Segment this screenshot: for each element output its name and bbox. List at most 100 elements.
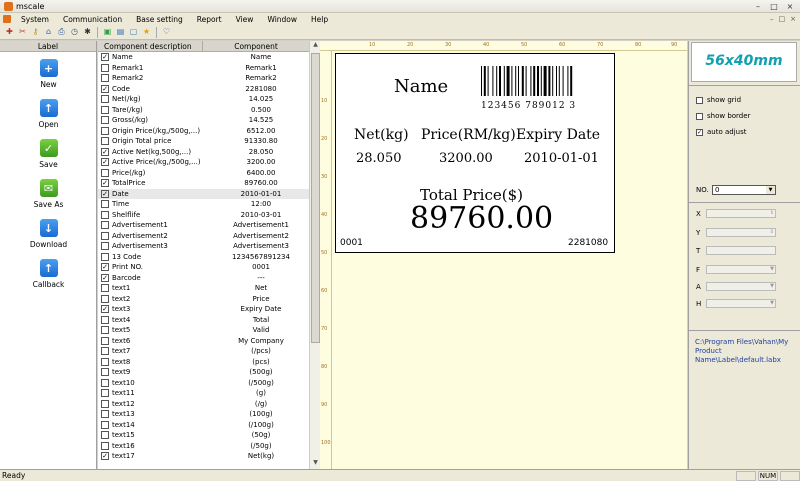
label-name-field[interactable]: Name <box>394 76 448 97</box>
row-checkbox[interactable] <box>101 326 109 335</box>
barcode[interactable] <box>479 66 603 96</box>
table-row[interactable]: ✓ text17 Net(kg) <box>98 451 319 462</box>
expiry-header[interactable]: Expiry Date <box>516 127 600 143</box>
table-row[interactable]: text2 Price <box>98 294 319 305</box>
table-row[interactable]: ✓ Active Net(kg,500g,...) 28.050 <box>98 147 319 158</box>
table-row[interactable]: Advertisement2 Advertisement2 <box>98 231 319 242</box>
row-checkbox[interactable]: ✓ <box>101 53 109 62</box>
menu-help[interactable]: Help <box>304 15 335 24</box>
row-checkbox[interactable] <box>101 420 109 429</box>
row-checkbox[interactable]: ✓ <box>101 189 109 198</box>
chevron-down-icon[interactable]: ▼ <box>766 186 775 194</box>
table-row[interactable]: text12 (/g) <box>98 399 319 410</box>
row-checkbox[interactable] <box>101 231 109 240</box>
f-select[interactable]: ▼ <box>706 265 776 274</box>
table-row[interactable]: Gross(/kg) 14.525 <box>98 115 319 126</box>
row-checkbox[interactable] <box>101 126 109 135</box>
new-button[interactable]: + New <box>0 59 97 89</box>
table-row[interactable]: text16 (/50g) <box>98 441 319 452</box>
new-icon[interactable]: ✚ <box>4 27 15 38</box>
table-row[interactable]: ✓ Date 2010-01-01 <box>98 188 319 199</box>
row-checkbox[interactable] <box>101 95 109 104</box>
table-row[interactable]: ✓ TotalPrice 89760.00 <box>98 178 319 189</box>
x-input[interactable]: ⇕ <box>706 209 776 218</box>
list-icon[interactable]: ▤ <box>115 27 126 38</box>
table-row[interactable]: Time 12:00 <box>98 199 319 210</box>
table-row[interactable]: text1 Net <box>98 283 319 294</box>
row-checkbox[interactable] <box>101 284 109 293</box>
table-row[interactable]: text6 My Company <box>98 336 319 347</box>
mdi-close-button[interactable]: × <box>790 15 796 23</box>
table-row[interactable]: text10 (/500g) <box>98 378 319 389</box>
chevron-down-icon[interactable]: ▼ <box>770 266 774 272</box>
table-row[interactable]: ✓ text3 Expiry Date <box>98 304 319 315</box>
table-row[interactable]: ✓ Name Name <box>98 52 319 63</box>
save-as-button[interactable]: ✉ Save As <box>0 179 97 209</box>
menu-window[interactable]: Window <box>260 15 304 24</box>
row-checkbox[interactable]: ✓ <box>101 84 109 93</box>
print-number[interactable]: 0001 <box>340 238 363 248</box>
save-button[interactable]: ✓ Save <box>0 139 97 169</box>
table-row[interactable]: ✓ Print NO. 0001 <box>98 262 319 273</box>
table-row[interactable]: Origin Total price 91330.80 <box>98 136 319 147</box>
table-row[interactable]: text8 (pcs) <box>98 357 319 368</box>
table-row[interactable]: text13 (100g) <box>98 409 319 420</box>
mdi-restore-button[interactable]: □ <box>779 15 786 23</box>
download-button[interactable]: ↓ Download <box>0 219 97 249</box>
close-button[interactable]: × <box>784 2 796 11</box>
scrollbar-thumb[interactable] <box>311 53 320 343</box>
row-checkbox[interactable] <box>101 221 109 230</box>
table-row[interactable]: Origin Price(/kg,/500g,...) 6512.00 <box>98 126 319 137</box>
table-row[interactable]: ✓ Code 2281080 <box>98 84 319 95</box>
row-checkbox[interactable] <box>101 252 109 261</box>
checkbox-box[interactable] <box>696 112 703 120</box>
table-row[interactable]: Remark2 Remark2 <box>98 73 319 84</box>
net-header[interactable]: Net(kg) <box>354 127 409 143</box>
menu-report[interactable]: Report <box>190 15 229 24</box>
table-row[interactable]: Remark1 Remark1 <box>98 63 319 74</box>
show-grid-checkbox[interactable]: show grid <box>696 96 741 104</box>
row-checkbox[interactable]: ✓ <box>101 179 109 188</box>
table-row[interactable]: text14 (/100g) <box>98 420 319 431</box>
image-icon[interactable]: ▣ <box>102 27 113 38</box>
row-checkbox[interactable]: ✓ <box>101 452 109 461</box>
table-row[interactable]: Shelflife 2010-03-01 <box>98 210 319 221</box>
net-value[interactable]: 28.050 <box>356 151 402 166</box>
row-checkbox[interactable]: ✓ <box>101 158 109 167</box>
column-header-component[interactable]: Component <box>203 41 309 51</box>
open-button[interactable]: ↑ Open <box>0 99 97 129</box>
window-icon[interactable]: ▢ <box>128 27 139 38</box>
a-select[interactable]: ▼ <box>706 282 776 291</box>
row-checkbox[interactable] <box>101 242 109 251</box>
t-input[interactable] <box>706 246 776 255</box>
checkbox-box[interactable]: ✓ <box>696 128 703 136</box>
row-checkbox[interactable] <box>101 168 109 177</box>
table-row[interactable]: text4 Total <box>98 315 319 326</box>
menu-view[interactable]: View <box>229 15 261 24</box>
table-row[interactable]: text5 Valid <box>98 325 319 336</box>
clock-icon[interactable]: ◷ <box>69 27 80 38</box>
row-checkbox[interactable] <box>101 357 109 366</box>
menu-system[interactable]: System <box>14 15 56 24</box>
menu-base-setting[interactable]: Base setting <box>129 15 190 24</box>
row-checkbox[interactable]: ✓ <box>101 147 109 156</box>
row-checkbox[interactable] <box>101 399 109 408</box>
table-row[interactable]: text11 (g) <box>98 388 319 399</box>
y-input[interactable]: ⇕ <box>706 228 776 237</box>
row-checkbox[interactable] <box>101 368 109 377</box>
table-row[interactable]: Advertisement1 Advertisement1 <box>98 220 319 231</box>
auto-adjust-checkbox[interactable]: ✓ auto adjust <box>696 128 746 136</box>
price-value[interactable]: 3200.00 <box>439 151 493 166</box>
row-checkbox[interactable] <box>101 63 109 72</box>
label-canvas[interactable]: 10 20 30 40 50 60 70 80 90 10 20 30 40 5… <box>320 41 687 469</box>
table-row[interactable]: text15 (50g) <box>98 430 319 441</box>
table-row[interactable]: ✓ Active Price(/kg,/500g,...) 3200.00 <box>98 157 319 168</box>
row-checkbox[interactable]: ✓ <box>101 305 109 314</box>
row-checkbox[interactable] <box>101 410 109 419</box>
show-border-checkbox[interactable]: show border <box>696 112 750 120</box>
row-checkbox[interactable] <box>101 378 109 387</box>
chevron-down-icon[interactable]: ▼ <box>770 283 774 289</box>
table-row[interactable]: Advertisement3 Advertisement3 <box>98 241 319 252</box>
star-icon[interactable]: ★ <box>141 27 152 38</box>
row-checkbox[interactable] <box>101 210 109 219</box>
